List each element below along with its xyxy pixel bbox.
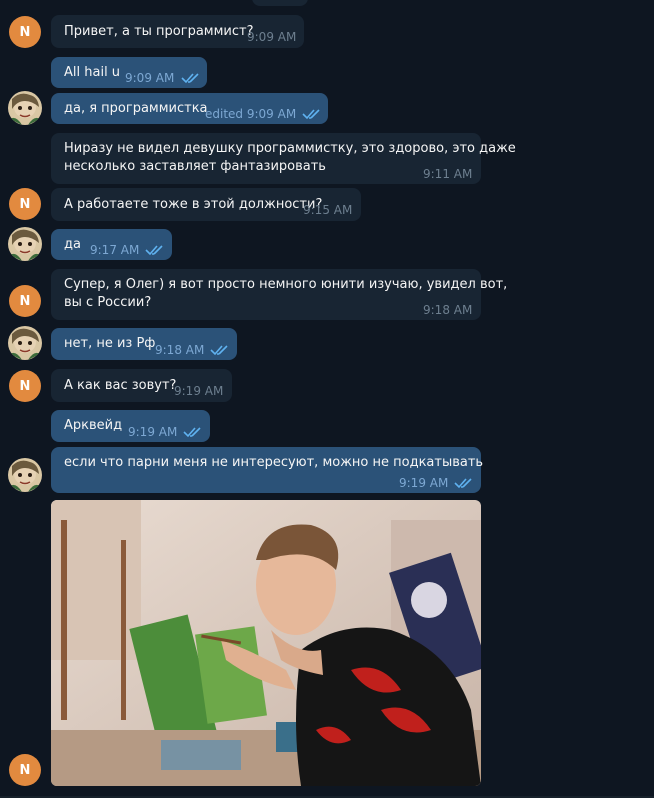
avatar-picture: [8, 227, 42, 261]
message-text: Привет, а ты программист?: [64, 24, 254, 39]
photo-attachment[interactable]: [51, 500, 481, 786]
avatar-n[interactable]: N: [9, 188, 41, 220]
message-time: 9:18 AM: [423, 303, 473, 317]
message-time: 9:19 AM: [399, 476, 449, 490]
message-bubble[interactable]: нет, не из Рф 9:18 AM: [51, 328, 237, 360]
message-text-line1: Супер, я Олег) я вот просто немного юнит…: [64, 277, 508, 292]
message-text: если что парни меня не интересуют, можно…: [64, 455, 484, 470]
user-avatar-image[interactable]: [8, 458, 42, 492]
message-time: 9:19 AM: [128, 425, 178, 439]
avatar-letter: N: [19, 293, 31, 309]
message-time: 9:17 AM: [90, 243, 140, 257]
avatar-picture: [8, 91, 42, 125]
message-bubble[interactable]: Привет, а ты программист? 9:09 AM: [51, 15, 304, 48]
message-text: нет, не из Рф: [64, 336, 156, 351]
double-check-icon: [302, 109, 320, 120]
avatar-letter: N: [19, 24, 31, 40]
message-bubble[interactable]: А как вас зовут? 9:19 AM: [51, 369, 232, 402]
avatar-letter: N: [19, 762, 31, 778]
message-bubble[interactable]: А работаете тоже в этой должности? 9:15 …: [51, 188, 361, 221]
message-bubble[interactable]: если что парни меня не интересуют, можно…: [51, 447, 484, 493]
message-bubble[interactable]: да, я программистка edited 9:09 AM: [51, 93, 328, 124]
double-check-icon: [183, 427, 201, 438]
avatar-n[interactable]: N: [9, 370, 41, 402]
message-time: 9:09 AM: [125, 71, 175, 85]
avatar-n[interactable]: N: [9, 285, 41, 317]
message-text: да, я программистка: [64, 101, 208, 116]
message-time: 9:15 AM: [303, 203, 353, 217]
avatar-picture: [8, 326, 42, 360]
message-text-line2: несколько заставляет фантазировать: [64, 159, 326, 174]
message-time: 9:19 AM: [174, 384, 224, 398]
avatar-letter: N: [19, 378, 31, 394]
double-check-icon: [454, 478, 472, 489]
double-check-icon: [210, 345, 228, 356]
message-bubble[interactable]: да 9:17 AM: [51, 229, 172, 260]
avatar-n[interactable]: N: [9, 16, 41, 48]
message-text: да: [64, 237, 81, 252]
message-text-line1: Ниразу не видел девушку программистку, э…: [64, 141, 516, 156]
avatar-n[interactable]: N: [9, 754, 41, 786]
user-avatar-image[interactable]: [8, 326, 42, 360]
message-time: 9:18 AM: [155, 343, 205, 357]
message-text: А работаете тоже в этой должности?: [64, 197, 323, 212]
double-check-icon: [181, 73, 199, 84]
photo-image: [51, 500, 481, 786]
avatar-picture: [8, 458, 42, 492]
double-check-icon: [145, 245, 163, 256]
message-bubble[interactable]: Супер, я Олег) я вот просто немного юнит…: [51, 269, 507, 320]
message-text: All hail u: [64, 65, 121, 80]
user-avatar-image[interactable]: [8, 227, 42, 261]
message-bubble[interactable]: Арквейд 9:19 AM: [51, 410, 210, 442]
message-text-line2: вы с России?: [64, 295, 152, 310]
message-time: 9:09 AM: [247, 30, 297, 44]
message-time: edited 9:09 AM: [205, 107, 297, 121]
avatar-letter: N: [19, 196, 31, 212]
message-text: Арквейд: [64, 418, 123, 433]
user-avatar-image[interactable]: [8, 91, 42, 125]
message-time: 9:11 AM: [423, 167, 473, 181]
previous-message-edge: [252, 0, 308, 6]
message-text: А как вас зовут?: [64, 378, 177, 393]
message-bubble[interactable]: All hail u 9:09 AM: [51, 57, 207, 88]
message-bubble[interactable]: Ниразу не видел девушку программистку, э…: [51, 133, 516, 184]
